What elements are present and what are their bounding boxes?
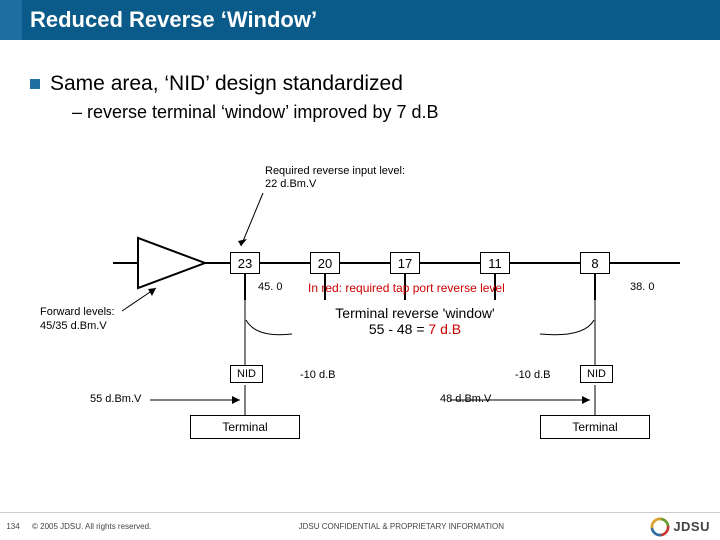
tap-box-5: 8 (580, 252, 610, 274)
page-number: 134 (0, 522, 26, 531)
loss-left: -10 d.B (300, 369, 335, 381)
end-level: 38. 0 (630, 281, 654, 293)
nid-box-right: NID (580, 365, 613, 383)
tap-box-3: 17 (390, 252, 420, 274)
arrow-required-icon (235, 191, 265, 251)
amp-output-level: 45. 0 (258, 281, 282, 293)
red-note: In red: required tap port reverse level (308, 281, 505, 295)
required-input-label: Required reverse input level: 22 d.Bm.V (265, 165, 405, 191)
tap-drop-5 (594, 274, 596, 300)
bullet-main: Same area, ‘NID’ design standardized (50, 72, 403, 96)
title-bar: Reduced Reverse ‘Window’ (0, 0, 720, 40)
logo-text: JDSU (673, 519, 710, 534)
logo-swirl-icon (651, 518, 669, 536)
terminal-box-left: Terminal (190, 415, 300, 439)
diagram: Required reverse input level: 22 d.Bm.V … (50, 165, 690, 465)
terminal-box-right: Terminal (540, 415, 650, 439)
bullet-main-row: Same area, ‘NID’ design standardized (30, 72, 690, 96)
window-text: Terminal reverse 'window' 55 - 48 = 7 d.… (290, 305, 540, 337)
tap-drop-1 (244, 274, 246, 300)
tap-box-4: 11 (480, 252, 510, 274)
tap-box-1: 23 (230, 252, 260, 274)
bullet-sub: – reverse terminal ‘window’ improved by … (72, 102, 690, 123)
arrow-forward-icon (120, 285, 160, 315)
copyright: © 2005 JDSU. All rights reserved. (26, 522, 151, 531)
amplifier-icon (135, 235, 210, 291)
loss-right: -10 d.B (515, 369, 550, 381)
square-bullet-icon (30, 79, 40, 89)
level-right: 48 d.Bm.V (440, 393, 491, 405)
brace-left-icon (246, 320, 294, 340)
footer: 134 © 2005 JDSU. All rights reserved. JD… (0, 512, 720, 540)
logo: JDSU (651, 518, 720, 536)
confidential-label: JDSU CONFIDENTIAL & PROPRIETARY INFORMAT… (151, 522, 651, 531)
forward-levels-label: Forward levels: 45/35 d.Bm.V (40, 305, 115, 334)
level-left: 55 d.Bm.V (90, 393, 141, 405)
arrow-left-nid-icon (150, 390, 250, 410)
nid-box-left: NID (230, 365, 263, 383)
title-accent (0, 0, 22, 40)
brace-right-icon (540, 320, 596, 340)
tap-box-2: 20 (310, 252, 340, 274)
slide-title: Reduced Reverse ‘Window’ (0, 0, 720, 33)
